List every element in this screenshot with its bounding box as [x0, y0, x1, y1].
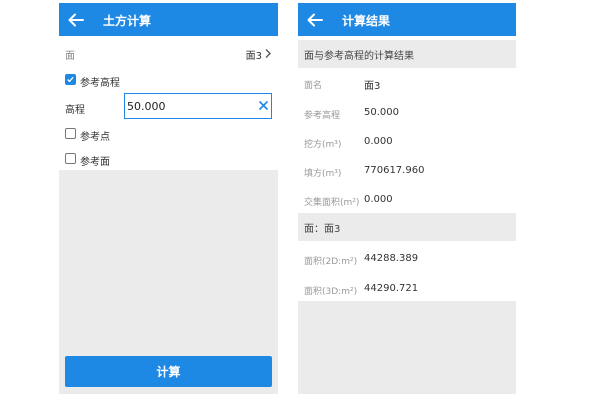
result-label: 面积(3D:m²) — [304, 287, 358, 297]
section-header-face: 面：面3 — [298, 213, 516, 241]
result-label: 面积(2D:m²) — [304, 257, 358, 267]
page-title: 计算结果 — [342, 14, 391, 28]
result-value: 44288.389 — [364, 253, 419, 264]
result-value: 44290.721 — [364, 283, 419, 294]
check-icon — [67, 76, 74, 83]
calc-result-screen: 计算结果 面与参考高程的计算结果 面名 面3 参考高程 50.000 挖方(m³… — [298, 3, 516, 394]
result-value: 面3 — [364, 81, 381, 92]
result-label: 交集面积(m²) — [304, 198, 360, 208]
result-value: 50.000 — [364, 107, 399, 118]
ref-point-label: 参考点 — [80, 132, 110, 143]
empty-content-area — [298, 301, 516, 394]
ref-surface-checkbox[interactable] — [65, 153, 76, 164]
earthwork-calc-screen: 土方计算 面 面3 参考高程 高程 参考点 参考面 计算 — [59, 3, 278, 394]
section-header-elevation-result: 面与参考高程的计算结果 — [298, 40, 516, 68]
back-arrow-icon[interactable] — [67, 11, 85, 29]
app-bar: 土方计算 — [59, 3, 278, 36]
face-selector-row[interactable]: 面 面3 — [59, 43, 278, 65]
page-title: 土方计算 — [103, 14, 152, 28]
elevation-input[interactable] — [124, 93, 272, 119]
ref-elevation-label: 参考高程 — [80, 78, 120, 89]
face-label: 面 — [65, 51, 75, 62]
result-value: 0.000 — [364, 194, 393, 205]
back-arrow-icon[interactable] — [306, 11, 324, 29]
app-bar: 计算结果 — [298, 3, 516, 36]
result-value: 0.000 — [364, 136, 393, 147]
ref-point-checkbox[interactable] — [65, 128, 76, 139]
elevation-label: 高程 — [65, 105, 85, 116]
face-value: 面3 — [245, 51, 262, 62]
result-value: 770617.960 — [364, 165, 425, 176]
chevron-right-icon — [265, 49, 271, 58]
result-label: 填方(m³) — [304, 169, 342, 179]
result-label: 面名 — [304, 81, 323, 91]
calculate-button[interactable]: 计算 — [65, 356, 272, 387]
clear-icon[interactable] — [258, 100, 269, 111]
result-label: 挖方(m³) — [304, 140, 342, 150]
result-label: 参考高程 — [304, 111, 341, 121]
ref-surface-label: 参考面 — [80, 157, 110, 168]
ref-elevation-checkbox[interactable] — [65, 74, 76, 85]
